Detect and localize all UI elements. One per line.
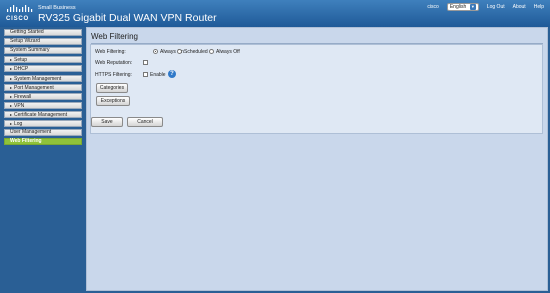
sidebar-item-certificate-management[interactable]: ▸ Certificate Management (4, 110, 82, 118)
radio-scheduled-label: Scheduled (184, 49, 208, 55)
topbar: cisco English ▼ Log Out About Help (427, 3, 544, 11)
cancel-button[interactable]: Cancel (127, 117, 163, 127)
sidebar: Getting Started Setup Wizard System Summar… (0, 27, 84, 293)
sidebar-item-label: Log (14, 121, 23, 127)
logout-link[interactable]: Log Out (487, 4, 505, 10)
sidebar-item-label: Port Management (14, 84, 54, 91)
save-button[interactable]: Save (91, 117, 123, 127)
sidebar-item-label: Firewall (14, 93, 32, 100)
language-value: English (449, 4, 467, 10)
help-icon[interactable]: ? (168, 70, 176, 78)
sidebar-item-user-management[interactable]: User Management (4, 129, 82, 137)
sidebar-item-getting-started[interactable]: Getting Started (4, 29, 82, 36)
exceptions-button[interactable]: Exceptions (96, 96, 130, 106)
web-filtering-label: Web Filtering: (95, 49, 126, 55)
about-link[interactable]: About (513, 4, 526, 10)
help-link[interactable]: Help (534, 4, 544, 10)
sidebar-item-label: VPN (14, 102, 25, 109)
sidebar-item-vpn[interactable]: ▸ VPN (4, 101, 82, 109)
radio-scheduled[interactable] (177, 49, 182, 54)
sidebar-item-label: Setup Wizard (10, 38, 41, 45)
sidebar-item-port-management[interactable]: ▸ Port Management (4, 83, 82, 91)
sidebar-item-web-filtering[interactable]: Web Filtering (4, 138, 82, 146)
https-enable-label: Enable (150, 72, 166, 78)
sidebar-item-label: Setup (14, 57, 28, 64)
chevron-down-icon: ▼ (469, 4, 476, 10)
categories-button[interactable]: Categories (96, 83, 128, 93)
sidebar-item-label: Getting Started (10, 29, 44, 35)
page-title: Web Filtering (91, 32, 138, 41)
sidebar-item-label: Web Filtering (10, 138, 42, 145)
username-label: cisco (427, 4, 439, 10)
sidebar-item-dhcp[interactable]: ▸ DHCP (4, 65, 82, 73)
sidebar-item-setup-wizard[interactable]: Setup Wizard (4, 38, 82, 46)
sidebar-item-label: Certificate Management (14, 111, 68, 118)
product-title: RV325 Gigabit Dual WAN VPN Router (38, 12, 217, 24)
sidebar-item-label: User Management (10, 129, 52, 136)
sidebar-item-system-management[interactable]: ▸ System Management (4, 74, 82, 82)
https-enable-checkbox[interactable] (143, 72, 148, 77)
sidebar-item-system-summary[interactable]: System Summary (4, 47, 82, 55)
radio-always-off[interactable] (209, 49, 214, 54)
header: CISCO Small Business RV325 Gigabit Dual … (0, 0, 550, 27)
https-filtering-label: HTTPS Filtering: (95, 72, 132, 78)
brand-small: Small Business (38, 5, 76, 11)
sidebar-item-log[interactable]: ▸ Log (4, 120, 82, 127)
sidebar-item-label: DHCP (14, 66, 29, 73)
web-reputation-label: Web Reputation: (95, 60, 133, 66)
radio-always-off-label: Always Off (216, 49, 240, 55)
web-reputation-checkbox[interactable] (143, 60, 148, 65)
main-content: Web Filtering Web Filtering: Always On S… (86, 27, 548, 291)
sidebar-item-label: System Summary (10, 47, 50, 54)
radio-always-on[interactable] (153, 49, 158, 54)
logo-text: CISCO (6, 16, 30, 22)
sidebar-item-setup[interactable]: ▸ Setup (4, 56, 82, 64)
sidebar-item-label: System Management (14, 75, 62, 82)
sidebar-item-firewall[interactable]: ▸ Firewall (4, 92, 82, 100)
language-select[interactable]: English ▼ (446, 3, 479, 11)
